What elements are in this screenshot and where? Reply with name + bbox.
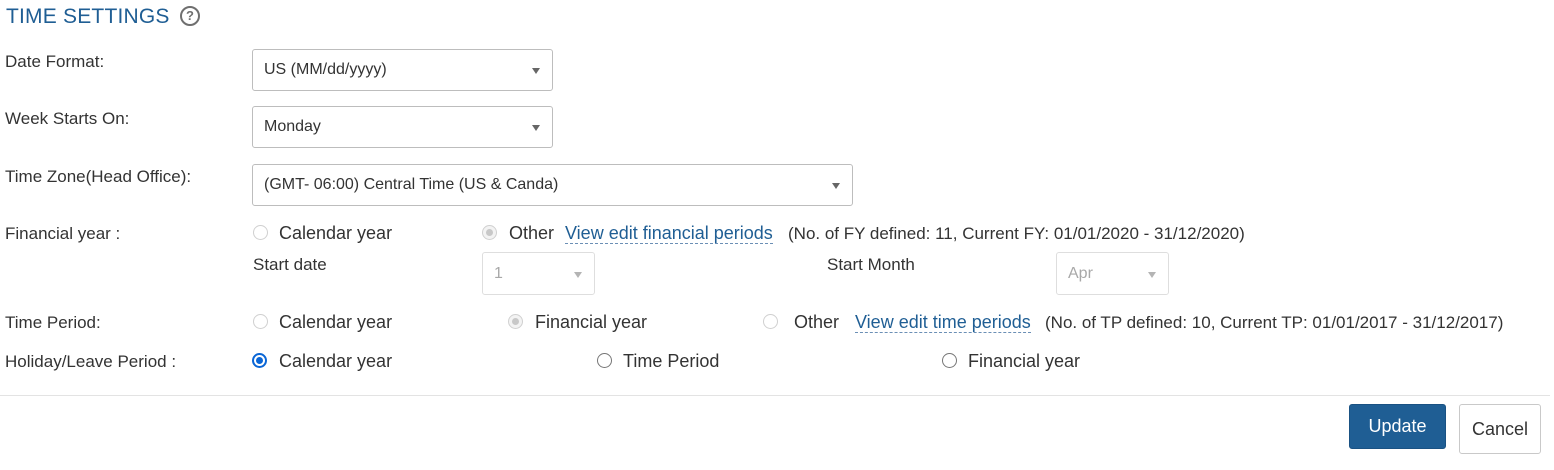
tp-calendar-year-radio[interactable]: [253, 314, 268, 329]
tp-other-radio[interactable]: [763, 314, 778, 329]
week-starts-select[interactable]: Monday: [252, 106, 553, 148]
start-date-value: 1: [494, 264, 503, 282]
start-month-label: Start Month: [827, 255, 915, 274]
chevron-down-icon: [532, 125, 540, 131]
question-circle-icon[interactable]: ?: [180, 6, 200, 26]
view-edit-time-periods-link[interactable]: View edit time periods: [855, 312, 1031, 333]
fy-summary-note: (No. of FY defined: 11, Current FY: 01/0…: [788, 224, 1245, 243]
start-month-select[interactable]: Apr: [1056, 252, 1169, 295]
tp-calendar-year-label: Calendar year: [279, 312, 393, 332]
hp-financial-year-radio[interactable]: [942, 353, 957, 368]
fy-other-label: Other: [509, 223, 555, 243]
footer-divider: [0, 395, 1550, 396]
hp-financial-year-label: Financial year: [968, 351, 1081, 371]
chevron-down-icon: [832, 183, 840, 189]
chevron-down-icon: [532, 68, 540, 74]
chevron-down-icon: [1148, 271, 1156, 278]
tp-summary-note: (No. of TP defined: 10, Current TP: 01/0…: [1045, 313, 1504, 332]
chevron-down-icon: [574, 271, 582, 278]
hp-calendar-year-label: Calendar year: [279, 351, 393, 371]
tp-other-label: Other: [794, 312, 840, 332]
fy-other-radio[interactable]: [482, 225, 497, 240]
financial-year-label: Financial year :: [5, 224, 121, 243]
view-edit-financial-periods-link[interactable]: View edit financial periods: [565, 223, 773, 244]
hp-time-period-radio[interactable]: [597, 353, 612, 368]
time-zone-select[interactable]: (GMT- 06:00) Central Time (US & Canda): [252, 164, 853, 206]
start-month-value: Apr: [1068, 264, 1093, 282]
fy-calendar-year-label: Calendar year: [279, 223, 393, 243]
fy-calendar-year-radio[interactable]: [253, 225, 268, 240]
tp-financial-year-radio[interactable]: [508, 314, 523, 329]
time-zone-value: (GMT- 06:00) Central Time (US & Canda): [264, 176, 559, 193]
page-title: TIME SETTINGS: [6, 5, 170, 28]
start-date-select[interactable]: 1: [482, 252, 595, 295]
date-format-value: US (MM/dd/yyyy): [264, 61, 387, 78]
week-starts-value: Monday: [264, 118, 321, 135]
week-starts-label: Week Starts On:: [5, 109, 130, 128]
cancel-button[interactable]: Cancel: [1459, 404, 1541, 454]
start-date-label: Start date: [253, 255, 327, 274]
date-format-select[interactable]: US (MM/dd/yyyy): [252, 49, 553, 91]
hp-calendar-year-radio[interactable]: [252, 353, 267, 368]
holiday-period-label: Holiday/Leave Period :: [5, 352, 177, 371]
hp-time-period-label: Time Period: [623, 351, 720, 371]
update-button[interactable]: Update: [1349, 404, 1446, 449]
tp-financial-year-label: Financial year: [535, 312, 648, 332]
time-zone-label: Time Zone(Head Office):: [5, 167, 192, 186]
date-format-label: Date Format:: [5, 52, 105, 71]
time-period-label: Time Period:: [5, 313, 101, 332]
